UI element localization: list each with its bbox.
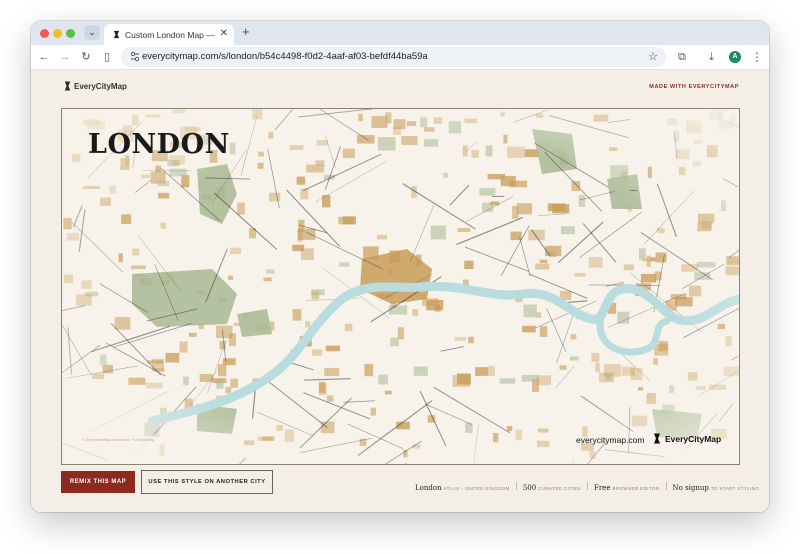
browser-toolbar: ← → ↻ ▯ everycitymap.com/s/london/b54c44… (31, 45, 769, 70)
stat-value: 500 (522, 484, 537, 492)
extensions-icon[interactable]: ⧉ (678, 49, 686, 65)
tab-bar: ⌄ Custom London Map — Atlas ✕ + (31, 21, 769, 45)
maximize-window-button[interactable] (66, 29, 75, 38)
close-window-button[interactable] (40, 29, 49, 38)
brand-name: EveryCityMap (74, 82, 127, 91)
side-panel-icon[interactable]: ▯ (100, 49, 114, 65)
city-map (62, 109, 739, 464)
address-bar[interactable]: everycitymap.com/s/london/b54c4498-f0d2-… (121, 47, 666, 67)
reload-icon[interactable]: ↻ (79, 49, 93, 65)
stat-value: London (415, 484, 442, 492)
page-content: EveryCityMap MADE WITH EVERYCITYMAP LOND… (31, 70, 769, 512)
stats-bar: London ATLAS · UNITED KINGDOM 500 CURATED C… (415, 477, 759, 492)
map-logo-text: EveryCityMap (665, 434, 722, 444)
back-arrow-icon[interactable]: ← (37, 49, 51, 65)
stat-label: TO START STYLING (710, 486, 760, 491)
profile-avatar[interactable]: A (729, 51, 741, 63)
made-with-link[interactable]: MADE WITH EVERYCITYMAP (649, 82, 739, 92)
use-style-button[interactable]: USE THIS STYLE ON ANOTHER CITY (141, 470, 273, 494)
divider (515, 481, 517, 490)
map-url-caption: everycitymap.com (576, 435, 645, 445)
tab-title: Custom London Map — Atlas (125, 30, 217, 40)
stat-item: Free BROWSER EDITOR (594, 482, 660, 495)
stat-item: No signup TO START STYLING (673, 482, 760, 495)
new-tab-button[interactable]: + (242, 24, 250, 40)
tab-close-icon[interactable]: ✕ (220, 28, 228, 40)
stat-item: 500 CURATED CITIES (523, 482, 581, 495)
map-poster: LONDON © OpenStreetMap contributors · Ev… (61, 108, 740, 465)
stat-label: CURATED CITIES (538, 486, 581, 491)
everycitymap-logo-icon (64, 81, 71, 91)
map-vignette (62, 109, 739, 464)
stat-label: ATLAS · UNITED KINGDOM (443, 486, 510, 491)
site-settings-icon[interactable] (130, 51, 140, 63)
remix-map-button[interactable]: REMIX THIS MAP (61, 471, 135, 493)
minimize-window-button[interactable] (53, 29, 62, 38)
everycitymap-logo-icon (654, 433, 660, 444)
everycitymap-favicon-icon (113, 30, 120, 39)
map-attribution: © OpenStreetMap contributors · EveryCity… (82, 438, 155, 442)
stat-value: Free (593, 484, 611, 492)
divider (665, 481, 667, 490)
stat-item: London ATLAS · UNITED KINGDOM (415, 482, 510, 495)
download-icon[interactable]: ⤓ (709, 49, 714, 65)
bookmark-star-icon[interactable]: ☆ (648, 49, 658, 65)
forward-arrow-icon[interactable]: → (58, 49, 72, 65)
divider (586, 481, 588, 490)
city-title: LONDON (88, 129, 230, 160)
tab-search-button[interactable]: ⌄ (84, 25, 100, 40)
stat-label: BROWSER EDITOR (612, 486, 660, 491)
browser-tab[interactable]: Custom London Map — Atlas ✕ (104, 24, 234, 45)
more-icon[interactable]: ⋮ (751, 49, 763, 65)
url-text[interactable]: everycitymap.com/s/london/b54c4498-f0d2-… (142, 50, 428, 64)
stat-value: No signup (672, 484, 709, 492)
browser-window: ⌄ Custom London Map — Atlas ✕ + ← → ↻ ▯ … (31, 21, 769, 512)
